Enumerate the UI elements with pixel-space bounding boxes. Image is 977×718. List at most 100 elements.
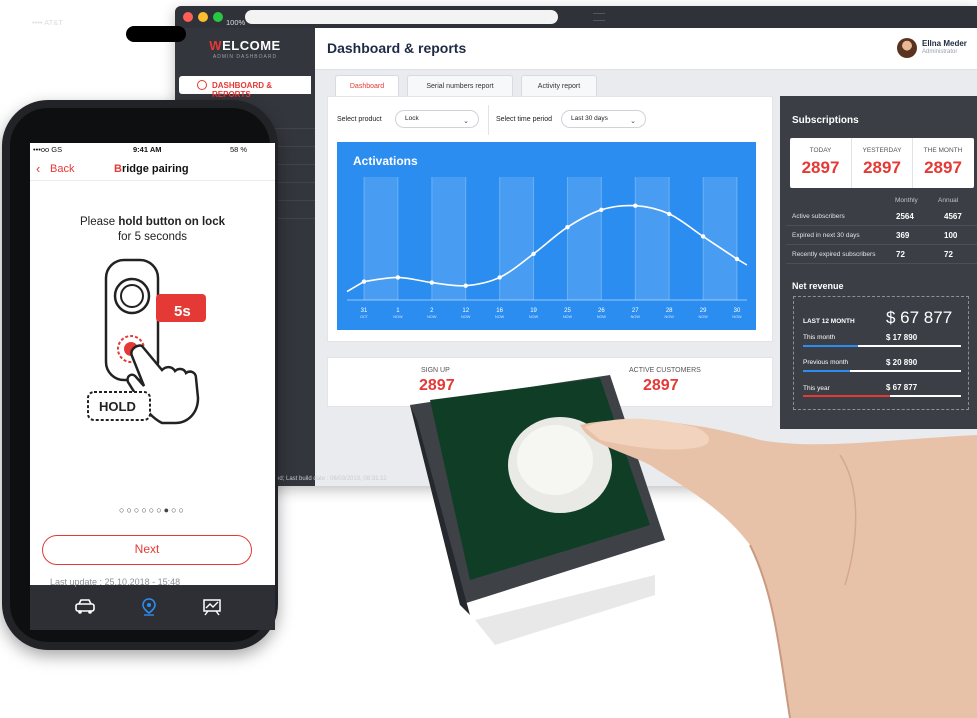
sub-month-value: 2897 (924, 158, 962, 177)
row-name: Recently expired subscribers (792, 251, 876, 258)
back-button[interactable]: Back (50, 163, 74, 175)
logo-subtitle: ADMIN DASHBOARD (212, 54, 278, 60)
chart-point (734, 256, 740, 262)
chart-band (431, 177, 466, 300)
carrier: •••oo GS (33, 145, 63, 154)
chart-point (395, 275, 401, 280)
col-annual-header: Annual (938, 197, 959, 204)
logo-text: ELCOME (222, 38, 281, 53)
outer-carrier: •••• AT&T (32, 18, 63, 27)
chart-tick-label: 31 (361, 308, 368, 314)
page-indicator[interactable]: ○○○○○○●○○ (30, 505, 275, 515)
revenue-item-label: Previous month (803, 359, 849, 366)
battery-level: 58 % (230, 145, 248, 154)
sub-today-label: TODAY (809, 147, 832, 154)
screen-title-text: ridge pairing (121, 163, 189, 175)
instruction-bold: hold button on lock (118, 216, 226, 228)
chart-tick-sublabel: NOW (427, 315, 437, 319)
chart-point (700, 234, 706, 239)
row-monthly: 2564 (896, 212, 914, 221)
chart-board-icon[interactable] (202, 598, 222, 616)
menu-icon[interactable] (593, 13, 605, 21)
product-select-value: Lock (405, 115, 419, 122)
chart-tick-label: 27 (632, 308, 639, 314)
phone-tabbar: Last update : 25.10.2018 - 15:48 (30, 577, 275, 630)
main-header: Dashboard & reports Ellna Meder Administ… (315, 28, 977, 70)
tab-serial-numbers[interactable]: Serial numbers report (407, 75, 513, 97)
chart-point (633, 203, 638, 208)
logo-accent: W (209, 38, 223, 53)
tab-activity-report[interactable]: Activity report (521, 75, 597, 97)
back-chevron-icon[interactable]: ‹ (36, 161, 40, 176)
phone-outer-status: •••• AT&T 100% (30, 16, 258, 42)
chart-point (599, 207, 604, 212)
last12-value: $ 67 877 (886, 308, 953, 327)
row-annual: 4567 (944, 212, 962, 221)
chart-point (565, 225, 570, 230)
timer-badge: 5s (174, 303, 191, 320)
revenue-item-label: This month (803, 334, 836, 341)
chart-tick-label: 12 (462, 308, 469, 314)
ios-status-bar: •••oo GS 9:41 AM 58 % (30, 143, 275, 157)
gauge-icon (197, 80, 207, 90)
chart-tick-sublabel: NOW (698, 315, 708, 319)
sub-month-label: THE MONTH (923, 147, 963, 154)
row-name: Expired in next 30 days (792, 232, 860, 239)
chart-tick-sublabel: NOW (631, 315, 641, 319)
location-pin-icon[interactable] (141, 598, 157, 616)
subscriptions-title: Subscriptions (792, 115, 859, 126)
sidebar-item-dashboard[interactable]: DASHBOARD & REPORTS (179, 76, 311, 99)
product-select[interactable]: Lock ⌄ (395, 110, 479, 128)
chart-point (429, 280, 435, 285)
chart-tick-label: 30 (734, 308, 741, 314)
user-name[interactable]: Ellna Meder (922, 39, 967, 48)
revenue-progress-fill (803, 370, 851, 372)
browser-titlebar (175, 6, 977, 28)
revenue-progress (803, 370, 961, 372)
hold-label: HOLD (99, 399, 136, 414)
product-label: Select product (337, 116, 382, 123)
screen-title: Bridge pairing (114, 163, 189, 175)
phone-notch (126, 26, 186, 42)
activations-chart-svg: 31OCT1NOW2NOW12NOW16NOW19NOW25NOW26NOW27… (346, 177, 748, 319)
sub-today: TODAY 2897 (790, 138, 851, 188)
next-button[interactable]: Next (42, 535, 252, 565)
chart-tick-sublabel: NOW (665, 315, 675, 319)
chart-point (531, 251, 536, 257)
chart-tick-label: 2 (430, 308, 434, 314)
chart-tick-label: 29 (700, 308, 707, 314)
finger-hand-photo (580, 418, 977, 718)
net-revenue-box: LAST 12 MONTH $ 67 877 This month $ 17 8… (793, 296, 969, 410)
sidebar-item-label: DASHBOARD & REPORTS (212, 81, 272, 99)
row-name: Active subscribers (792, 213, 845, 220)
car-icon[interactable] (74, 598, 96, 614)
col-monthly-header: Monthly (895, 197, 918, 204)
table-row: Active subscribers 2564 4567 (786, 207, 977, 226)
chart-point (361, 279, 367, 284)
dashboard-panel: Select product Lock ⌄ Select time period… (327, 96, 773, 342)
avatar[interactable] (897, 38, 917, 58)
subscriptions-summary: TODAY 2897 YESTERDAY 2897 THE MONTH 2897 (790, 138, 974, 188)
tab-dashboard[interactable]: Dashboard (335, 75, 399, 97)
table-row: Expired in next 30 days 369 100 (786, 226, 977, 245)
chart-series-line (346, 204, 748, 293)
page-title: Dashboard & reports (327, 40, 467, 56)
period-select[interactable]: Last 30 days ⌄ (561, 110, 646, 128)
period-label: Select time period (496, 116, 553, 123)
chart-point (497, 275, 502, 280)
chart-point (463, 283, 468, 288)
table-row: Recently expired subscribers 72 72 (786, 245, 977, 264)
instruction-pre: Please (79, 216, 119, 228)
row-monthly: 72 (896, 250, 905, 259)
app-logo: WELCOME (175, 38, 315, 53)
sub-today-value: 2897 (801, 158, 840, 177)
revenue-progress (803, 345, 961, 347)
period-select-value: Last 30 days (571, 115, 608, 122)
sub-month: THE MONTH 2897 (912, 138, 973, 188)
address-bar[interactable] (245, 10, 558, 24)
last-update: Last update : 25.10.2018 - 15:48 (50, 577, 181, 587)
chart-tick-label: 25 (564, 308, 571, 314)
activations-chart: Activations 31 OCT 1 NOW 2 NOW 12 NOW 16 NOW 19 NOW… (337, 142, 756, 330)
build-footer: rved; Last build date : 06/03/2019, 08:3… (271, 476, 387, 482)
subscriptions-panel: Subscriptions TODAY 2897 YESTERDAY 2897 … (780, 96, 977, 429)
